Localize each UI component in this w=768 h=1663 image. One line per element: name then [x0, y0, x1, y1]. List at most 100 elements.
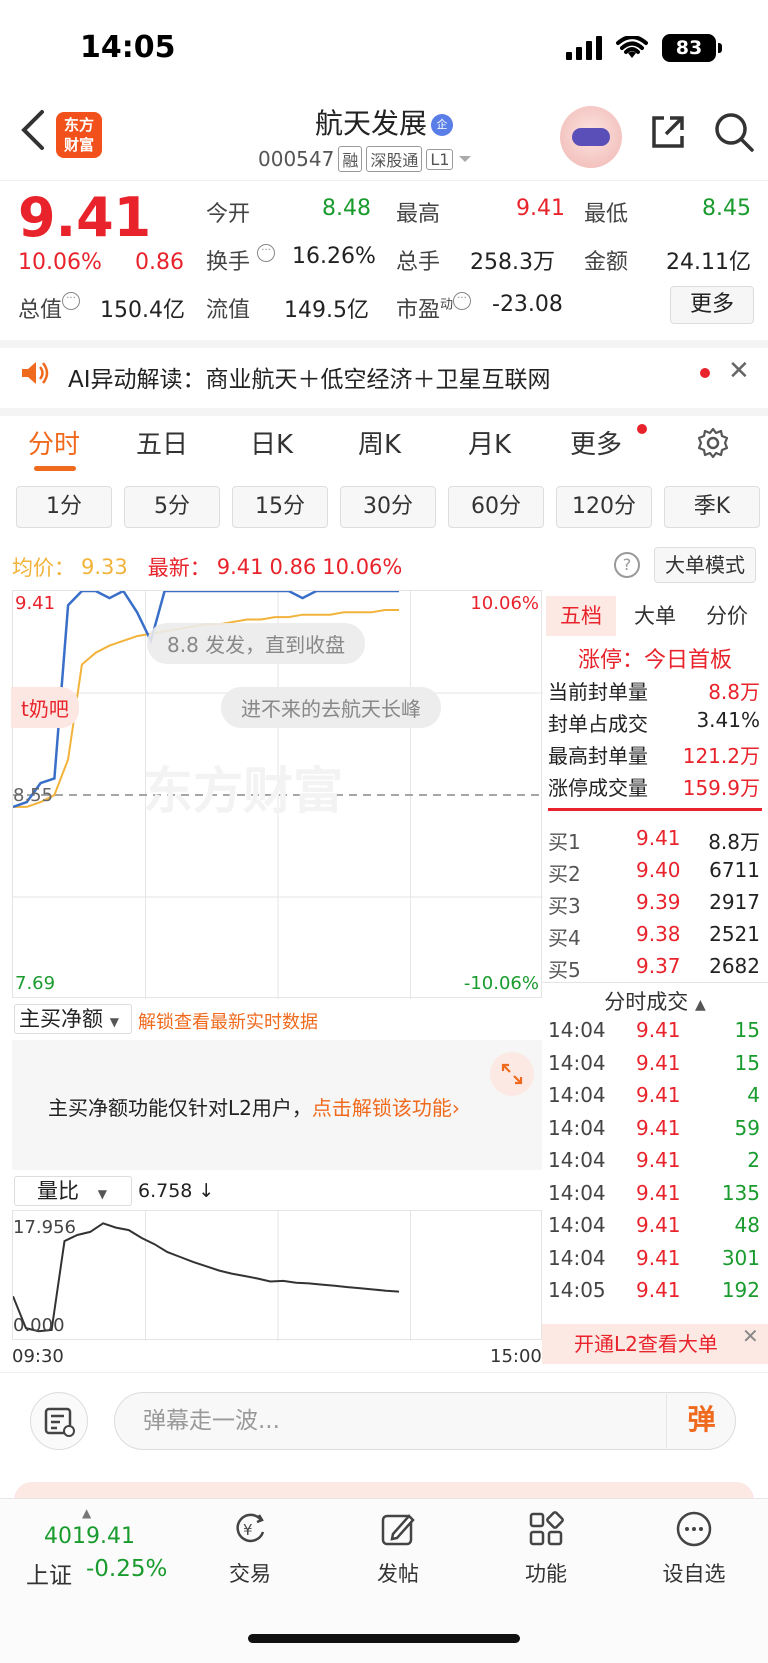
bottom-tab-features[interactable]: 功能: [496, 1510, 596, 1588]
close-icon[interactable]: ✕: [742, 1324, 759, 1348]
period-15min[interactable]: 15分: [232, 486, 328, 528]
stat-row: 封单占成交 3.41%: [548, 708, 760, 736]
tick-vol: 4: [747, 1083, 760, 1107]
net-buy-select[interactable]: 主买净额 ▼: [14, 1004, 132, 1034]
info-dots-icon[interactable]: ···: [453, 292, 472, 310]
intraday-chart[interactable]: 东方财富 9.41 8.55 7.69 10.06% -10.06% 8.8 发…: [11, 590, 543, 999]
status-icons: 83: [566, 34, 722, 62]
tab-monthly-k[interactable]: 月K: [468, 424, 511, 461]
stock-subtitle[interactable]: 000547 融 深股通 L1: [258, 146, 473, 172]
ai-assistant-avatar[interactable]: [560, 106, 622, 168]
divider: [542, 982, 768, 983]
tick-time: 14:04: [548, 1083, 606, 1107]
volume-ratio-select[interactable]: 量比 ▼: [14, 1176, 132, 1206]
tab-weekly-k[interactable]: 周K: [358, 424, 401, 461]
volume-ratio-chart[interactable]: 17.956 0.000: [12, 1210, 542, 1341]
tab-more[interactable]: 更多: [570, 424, 622, 461]
period-120min[interactable]: 120分: [556, 486, 652, 528]
danmaku-send-button[interactable]: 弹: [666, 1392, 736, 1450]
volume-ratio-svg: [13, 1211, 411, 1341]
bottom-tab-trade[interactable]: ¥ 交易: [200, 1510, 300, 1588]
active-tab-indicator: [34, 466, 76, 471]
gear-icon: [697, 427, 729, 459]
tick-time: 14:04: [548, 1115, 606, 1140]
grid-icon: [529, 1511, 564, 1546]
expand-button[interactable]: [490, 1052, 534, 1096]
mktcap-value: 150.4亿: [100, 298, 185, 323]
settings-button[interactable]: [696, 426, 730, 464]
tab-five-day[interactable]: 五日: [136, 424, 188, 461]
stock-name: 航天发展: [314, 107, 427, 140]
unlock-feature-link[interactable]: 点击解锁该功能: [312, 1096, 452, 1120]
info-dots-icon[interactable]: ···: [62, 292, 81, 310]
net-buy-message: 主买净额功能仅针对L2用户，点击解锁该功能›: [48, 1096, 460, 1120]
tab-daily-k[interactable]: 日K: [250, 424, 293, 461]
danmaku-bubble: t奶吧: [11, 687, 79, 728]
high-value: 9.41: [516, 196, 565, 221]
chevron-right-icon: ›: [451, 1096, 460, 1120]
tick-time: 14:04: [548, 1018, 606, 1042]
period-60min[interactable]: 60分: [448, 486, 544, 528]
danmaku-settings-button[interactable]: [30, 1392, 88, 1450]
danmaku-input[interactable]: 弹幕走一波...: [114, 1392, 736, 1450]
index-pct[interactable]: -0.25%: [86, 1556, 167, 1582]
more-button[interactable]: 更多: [670, 286, 754, 324]
stat-row: 涨停成交量 159.9万: [548, 776, 760, 800]
low-label: 最低: [584, 202, 629, 227]
signal-icon: [566, 36, 602, 60]
tab-big-order[interactable]: 大单: [634, 600, 676, 630]
tick-time: 14:04: [548, 1245, 606, 1270]
period-1min[interactable]: 1分: [16, 486, 112, 528]
tab-price-dist[interactable]: 分价: [706, 600, 748, 630]
pe-label: 市盈动 ···: [396, 292, 472, 324]
period-30min[interactable]: 30分: [340, 486, 436, 528]
turnover-label: 换手 ···: [206, 244, 276, 276]
tick-price: 9.41: [636, 1180, 681, 1205]
tick-title[interactable]: 分时成交 ▲: [542, 986, 768, 1016]
tick-vol: 301: [721, 1245, 760, 1270]
stock-code: 000547: [258, 147, 335, 171]
edit-icon: [381, 1514, 415, 1546]
period-quarter-k[interactable]: 季K: [664, 486, 760, 528]
y-top-left: 9.41: [15, 593, 56, 614]
tag-connect: 深股通: [366, 146, 423, 172]
ai-insight-text[interactable]: AI异动解读：商业航天＋低空经济＋卫星互联网: [68, 360, 551, 394]
divider: [548, 808, 762, 811]
high-label: 最高: [396, 202, 441, 227]
latest-pct: 10.06%: [322, 555, 403, 579]
y-bottom-right: -10.06%: [463, 973, 539, 994]
help-icon[interactable]: ?: [614, 552, 640, 578]
tick-vol: 15: [734, 1050, 760, 1075]
bottom-tab-post[interactable]: 发帖: [348, 1510, 448, 1588]
y-mid-left: 8.55: [13, 785, 54, 806]
tag-margin: 融: [338, 146, 363, 172]
share-button[interactable]: [648, 112, 688, 152]
close-icon[interactable]: ✕: [728, 356, 750, 386]
tick-vol: 192: [721, 1278, 760, 1302]
mktcap-label: 总值 ···: [18, 292, 81, 324]
tab-five-level[interactable]: 五档: [560, 600, 602, 630]
tab-intraday[interactable]: 分时: [28, 424, 80, 461]
unread-dot: [637, 424, 647, 434]
open-l2-banner[interactable]: 开通L2查看大单: [542, 1324, 768, 1364]
amount-label: 金额: [584, 250, 629, 275]
tick-price: 9.41: [636, 1213, 681, 1237]
info-dots-icon[interactable]: ···: [257, 244, 276, 262]
danmaku-bubble: 8.8 发发，直到收盘: [147, 623, 366, 664]
current-price: 9.41: [18, 186, 152, 249]
bottom-tab-watchlist[interactable]: 设自选: [644, 1510, 744, 1588]
turnover-value: 16.26%: [292, 244, 376, 269]
tick-vol: 59: [734, 1115, 760, 1140]
danmaku-bubble: 进不来的去航天长峰: [221, 687, 441, 728]
big-order-mode-button[interactable]: 大单模式: [654, 547, 756, 583]
time-axis-start: 09:30: [12, 1346, 64, 1367]
status-time: 14:05: [80, 30, 176, 65]
period-5min[interactable]: 5分: [124, 486, 220, 528]
index-name[interactable]: 上证: [26, 1556, 72, 1590]
index-value[interactable]: 4019.41: [44, 1524, 135, 1549]
tick-time: 14:04: [548, 1213, 606, 1237]
unlock-realtime-link[interactable]: 解锁查看最新实时数据: [138, 1008, 318, 1034]
search-button[interactable]: [712, 110, 756, 154]
tick-price: 9.41: [636, 1245, 681, 1270]
chart-grid: [145, 1211, 411, 1341]
